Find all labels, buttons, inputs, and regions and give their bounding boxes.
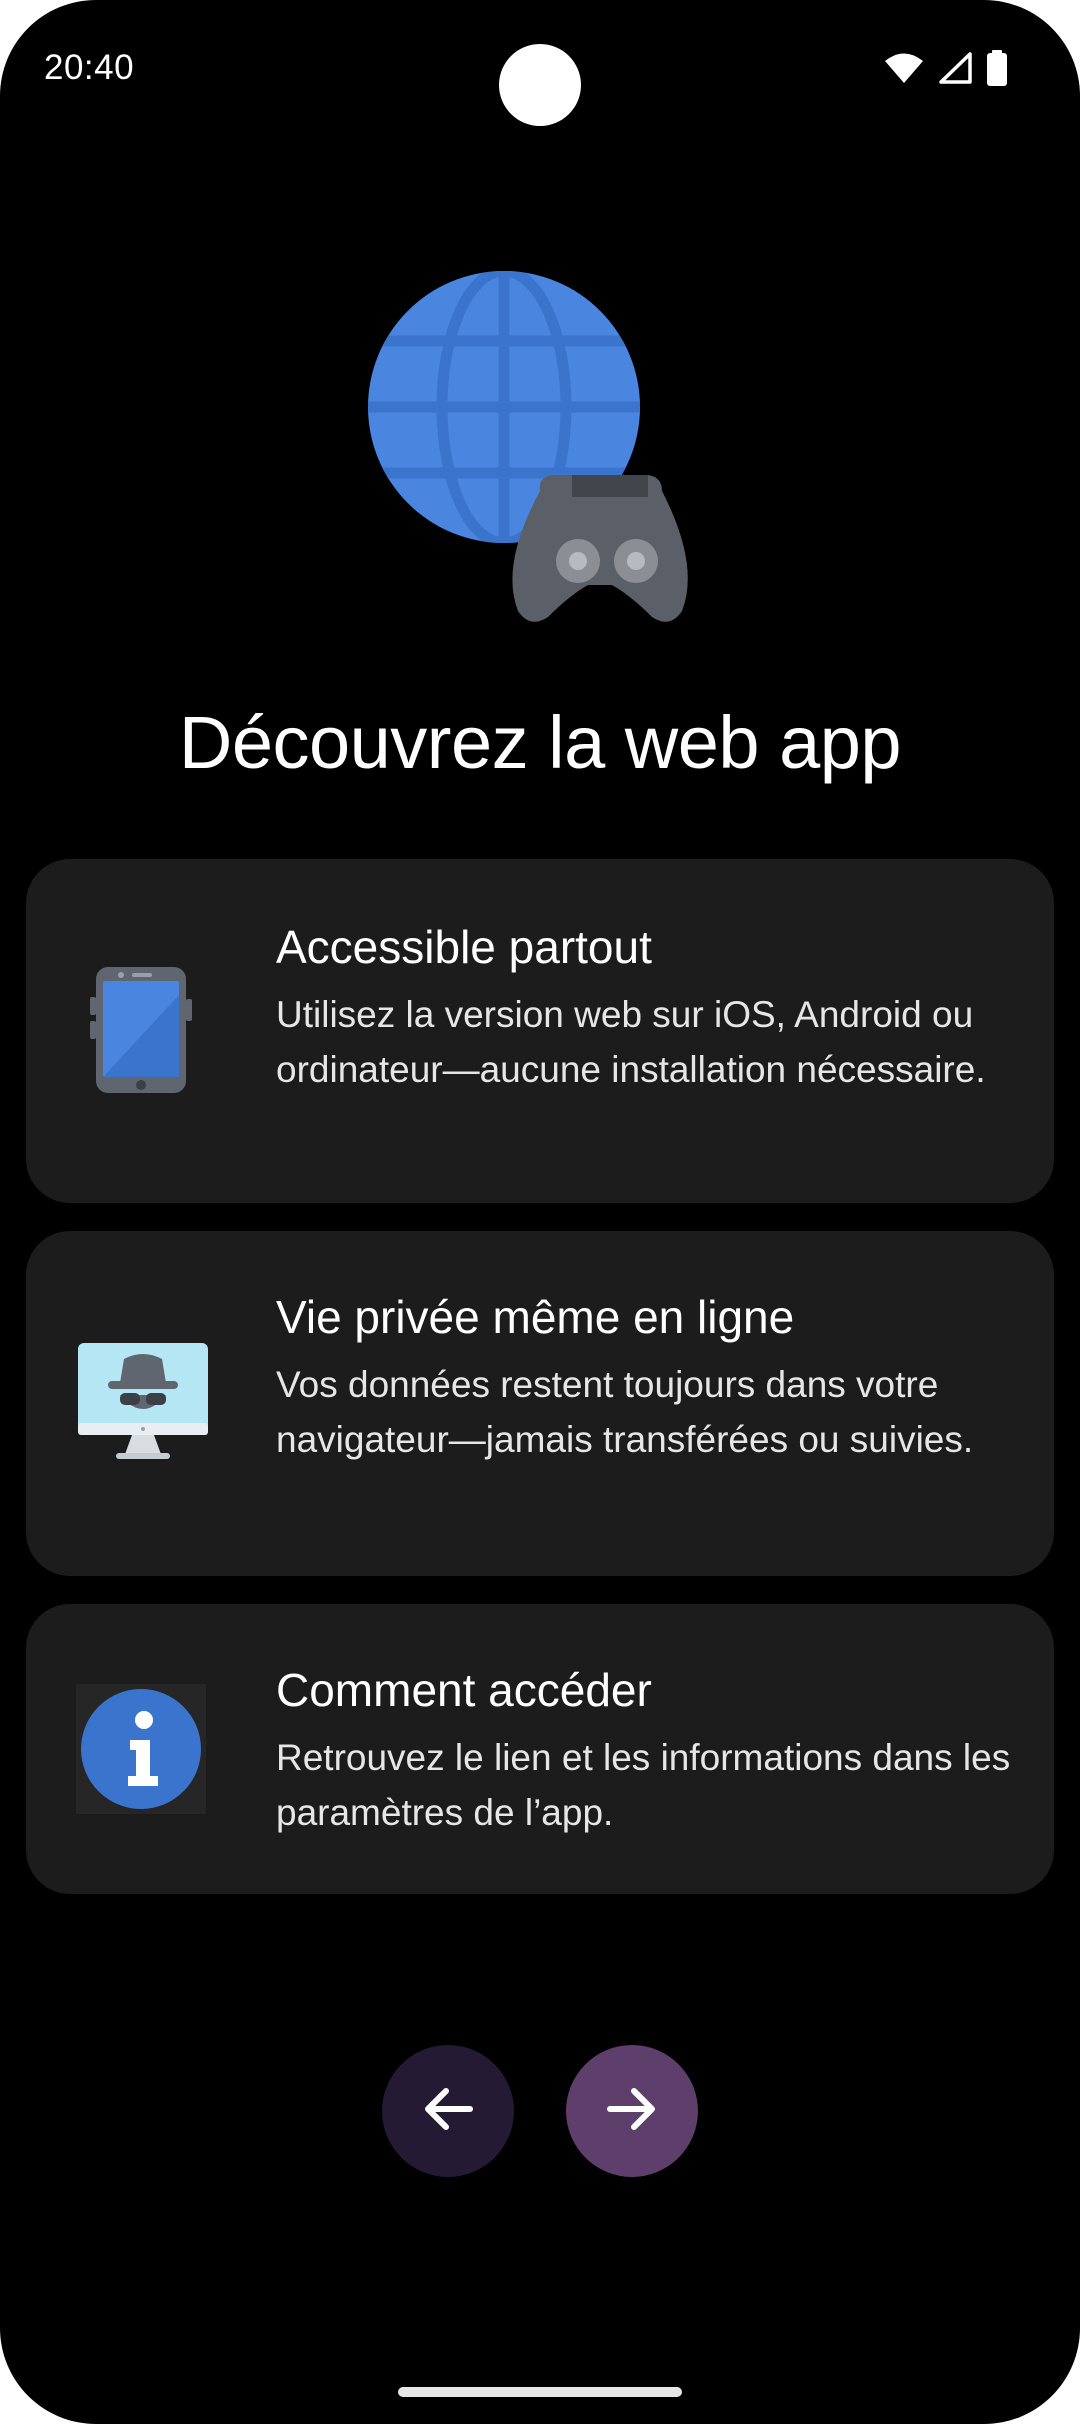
wifi-icon: [884, 52, 924, 84]
phone-screen: 20:40 Découvrez la web app Accessible pa…: [0, 0, 1080, 2424]
card-text-accessible: Accessible partout Utilisez la version w…: [276, 919, 1014, 1097]
arrow-left-icon: [420, 2081, 476, 2142]
back-button[interactable]: [382, 2045, 514, 2177]
card-title: Comment accéder: [276, 1664, 652, 1716]
card-title: Vie privée même en ligne: [276, 1291, 795, 1343]
status-icons: [884, 50, 1008, 86]
feature-card-accessible: Accessible partout Utilisez la version w…: [26, 859, 1054, 1203]
feature-card-privacy: Vie privée même en ligne Vos données res…: [26, 1231, 1054, 1576]
camera-cutout: [499, 44, 581, 126]
next-button[interactable]: [566, 2045, 698, 2177]
status-time: 20:40: [44, 48, 135, 87]
feature-card-access: Comment accéder Retrouvez le lien et les…: [26, 1604, 1054, 1894]
smartphone-icon: [76, 965, 206, 1100]
home-indicator[interactable]: [398, 2387, 682, 2397]
page-title: Découvrez la web app: [178, 701, 902, 784]
status-bar: 20:40: [0, 0, 1080, 140]
card-description: Utilisez la version web sur iOS, Android…: [276, 994, 986, 1090]
card-title: Accessible partout: [276, 921, 652, 973]
incognito-monitor-icon: [76, 1339, 210, 1468]
card-text-access: Comment accéder Retrouvez le lien et les…: [276, 1662, 1014, 1840]
arrow-right-icon: [604, 2081, 660, 2142]
card-text-privacy: Vie privée même en ligne Vos données res…: [276, 1289, 1014, 1467]
battery-icon: [986, 50, 1008, 86]
cellular-signal-icon: [938, 52, 972, 84]
gamepad-icon: [512, 475, 688, 622]
hero-illustration: [360, 265, 720, 625]
card-description: Retrouvez le lien et les informations da…: [276, 1737, 1011, 1833]
info-icon: [76, 1684, 206, 1819]
card-description: Vos données restent toujours dans votre …: [276, 1364, 974, 1460]
